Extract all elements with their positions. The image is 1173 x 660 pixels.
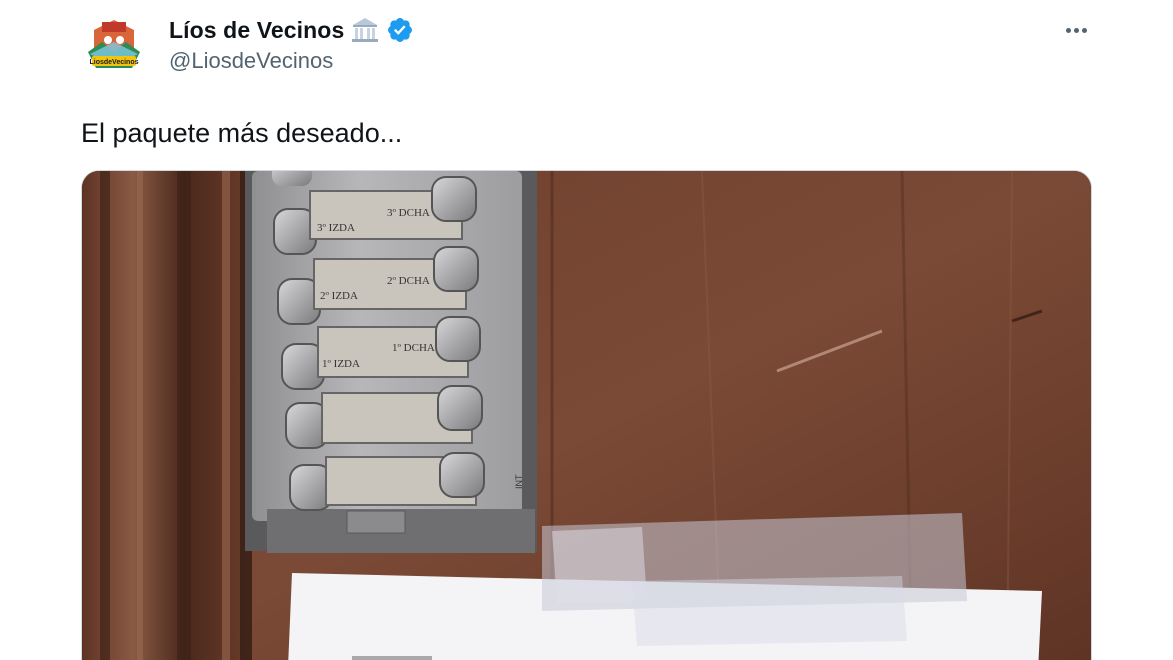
tweet-text: El paquete más deseado... (81, 118, 403, 148)
intercom-label: 3º IZDA (317, 222, 355, 234)
tweet-card: LiosdeVecinos Líos de Vecinos @LiosdeVec… (0, 0, 1173, 660)
avatar-logo-text: LiosdeVecinos (89, 59, 138, 66)
intercom-label: 1º DCHA (392, 342, 435, 354)
svg-text:INT: INT (514, 474, 524, 489)
intercom-photo: INT 3º IZDA 3º DCHA 2º IZDA 2º DCHA 1º I… (82, 171, 1091, 660)
display-name[interactable]: Líos de Vecinos (169, 17, 344, 44)
more-options-button[interactable] (1054, 12, 1098, 48)
tweet-media-photo[interactable]: INT 3º IZDA 3º DCHA 2º IZDA 2º DCHA 1º I… (81, 170, 1092, 660)
avatar[interactable]: LiosdeVecinos (80, 12, 148, 80)
intercom-label: 1º IZDA (322, 358, 360, 370)
more-options-icon (1081, 27, 1087, 33)
author-handle[interactable]: @LiosdeVecinos (169, 48, 333, 74)
intercom-row-0 (272, 171, 312, 186)
more-options-icon (1073, 27, 1079, 33)
intercom-label: 2º IZDA (320, 290, 358, 302)
classical-building-icon (350, 15, 380, 45)
verified-badge-icon[interactable] (386, 16, 414, 44)
avatar-logo-icon: LiosdeVecinos (80, 12, 148, 80)
intercom-label: 2º DCHA (387, 275, 430, 287)
more-options-icon (1065, 27, 1071, 33)
intercom-label: 3º DCHA (387, 207, 430, 219)
author-name-row: Líos de Vecinos (169, 12, 414, 48)
